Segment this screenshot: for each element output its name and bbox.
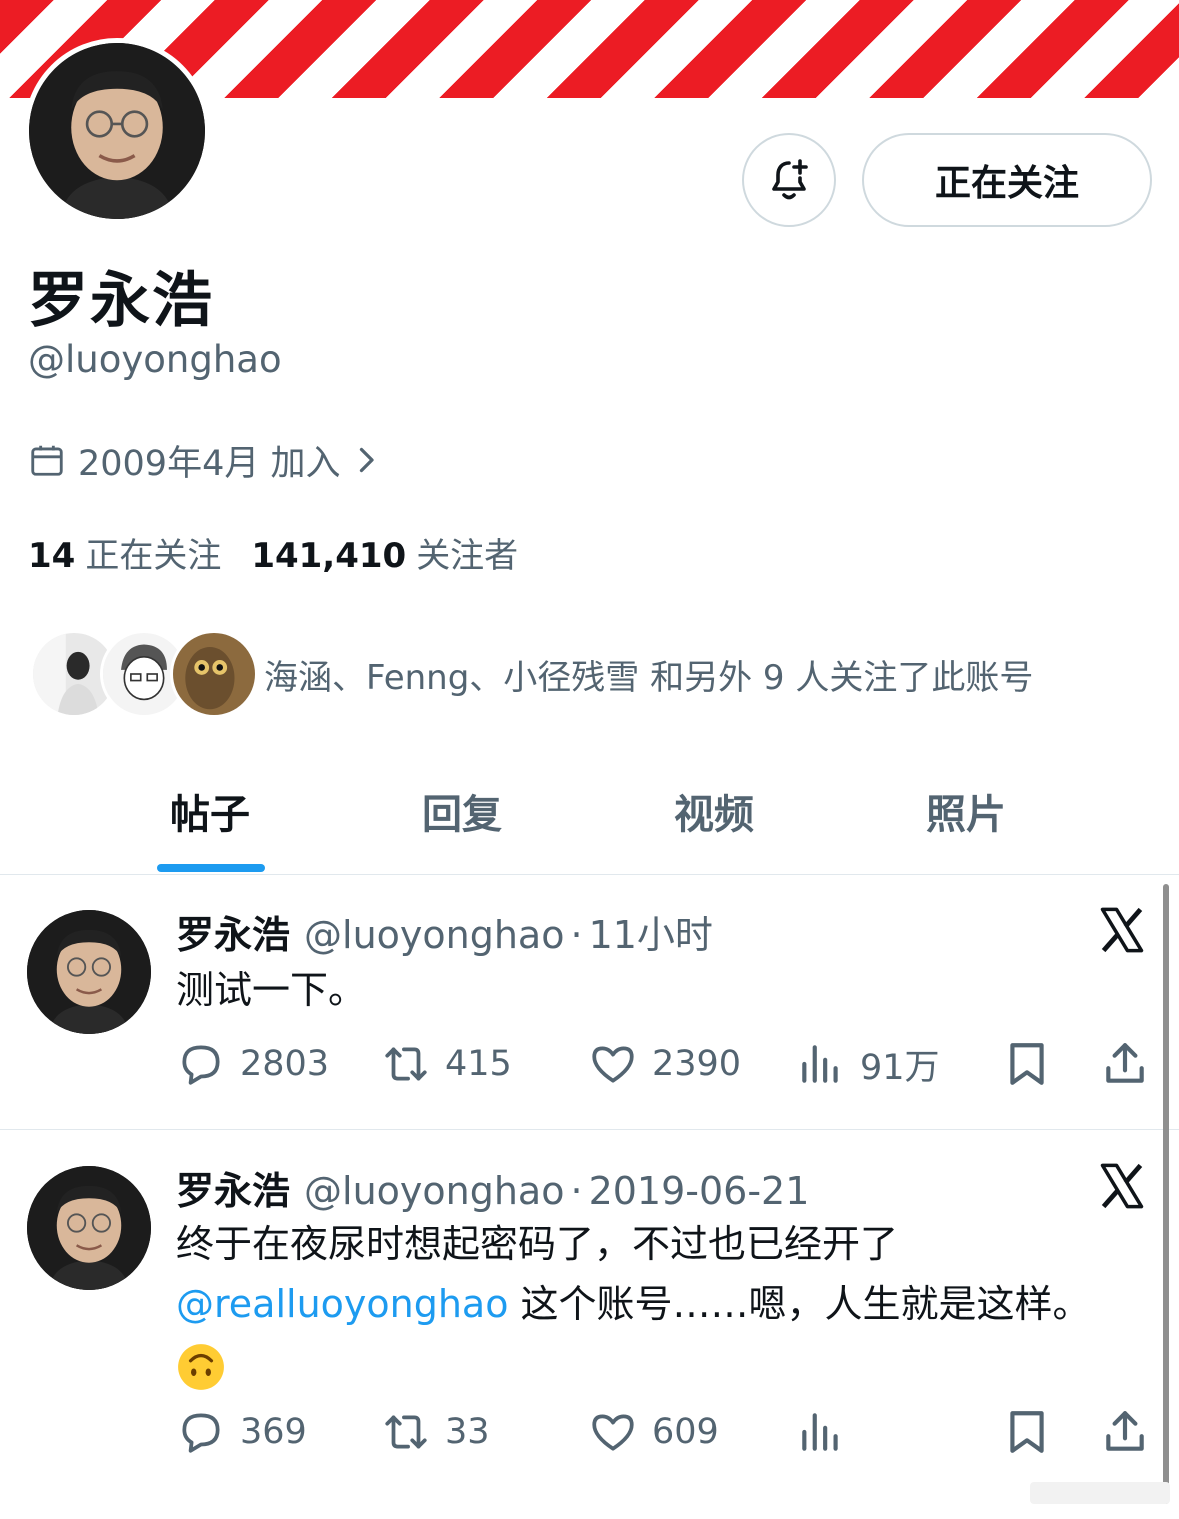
- tab-videos[interactable]: 视频: [674, 782, 754, 840]
- heart-icon: [592, 1046, 634, 1083]
- post-separator: ·: [570, 913, 583, 957]
- post-item[interactable]: 罗永浩 @luoyonghao · 2019-06-21 终于在夜尿时想起密码了，不过…: [0, 1130, 1179, 1500]
- bell-plus-icon: [772, 159, 808, 200]
- profile-page: 正在关注 罗永浩 @luoyonghao 2009年4月 加入 14 正在关注 1…: [0, 0, 1179, 1519]
- followed-by-text: 海涵、Fenng、小径残雪 和另外 9 人关注了此账号: [264, 658, 1034, 698]
- like-button[interactable]: 2390: [588, 1034, 741, 1094]
- repost-button[interactable]: 415: [381, 1034, 512, 1094]
- post-author-handle[interactable]: @luoyonghao: [304, 1169, 564, 1213]
- share-icon: [1106, 1043, 1144, 1083]
- joined-text: 2009年4月 加入: [78, 443, 341, 484]
- bookmark-icon: [1010, 1043, 1044, 1085]
- notification-bell-button[interactable]: [742, 133, 836, 227]
- upside-down-face-emoji-icon: [178, 1343, 224, 1390]
- reply-icon: [182, 1045, 220, 1085]
- tab-photos[interactable]: 照片: [926, 782, 1006, 840]
- post-avatar[interactable]: [27, 1166, 151, 1290]
- followed-by-row[interactable]: 海涵、Fenng、小径残雪 和另外 9 人关注了此账号: [30, 630, 1130, 722]
- joined-date[interactable]: 2009年4月 加入: [28, 438, 378, 484]
- bookmark-button[interactable]: [1002, 1402, 1052, 1462]
- post-actions: 2803 415 2390 91万: [176, 1034, 1156, 1094]
- share-button[interactable]: [1100, 1034, 1150, 1094]
- profile-tabs: 帖子 回复 视频 照片: [0, 760, 1179, 874]
- profile-avatar[interactable]: [24, 38, 210, 224]
- share-button[interactable]: [1100, 1402, 1150, 1462]
- heart-icon: [592, 1414, 634, 1451]
- reply-icon: [182, 1413, 220, 1453]
- post-header: 罗永浩 @luoyonghao · 2019-06-21: [176, 1160, 809, 1215]
- views-button[interactable]: 91万: [796, 1034, 940, 1094]
- post-text: 终于在夜尿时想起密码了，不过也已经开了 @realluoyonghao 这个账号…: [176, 1214, 1156, 1394]
- post-item[interactable]: 罗永浩 @luoyonghao · 11小时 测试一下。 2803 415 2390: [0, 874, 1179, 1129]
- bookmark-icon: [1010, 1411, 1044, 1453]
- calendar-icon: [31, 445, 63, 476]
- post-time[interactable]: 11小时: [589, 913, 713, 957]
- active-tab-indicator: [157, 864, 265, 872]
- follower-avatar: [170, 630, 258, 718]
- chevron-right-icon: [360, 447, 375, 473]
- like-button[interactable]: 609: [588, 1402, 719, 1462]
- bookmark-button[interactable]: [1002, 1034, 1052, 1094]
- post-header: 罗永浩 @luoyonghao · 11小时: [176, 904, 713, 959]
- repost-button[interactable]: 33: [381, 1402, 490, 1462]
- post-text: 测试一下。: [176, 968, 367, 1012]
- post-text-line: @realluoyonghao 这个账号……嗯，人生就是这样。: [176, 1282, 1091, 1326]
- post-time[interactable]: 2019-06-21: [589, 1169, 810, 1213]
- x-logo-icon: [1100, 907, 1144, 953]
- mention-link[interactable]: @realluoyonghao: [176, 1282, 508, 1326]
- views-bar-chart-icon: [802, 1045, 838, 1083]
- repost-icon: [385, 1415, 427, 1449]
- following-button[interactable]: 正在关注: [862, 133, 1152, 227]
- post-author-name[interactable]: 罗永浩: [176, 1169, 290, 1213]
- post-author-name[interactable]: 罗永浩: [176, 913, 290, 957]
- post-author-handle[interactable]: @luoyonghao: [304, 913, 564, 957]
- repost-icon: [385, 1047, 427, 1081]
- post-text-line: 终于在夜尿时想起密码了，不过也已经开了: [176, 1222, 899, 1266]
- vertical-scrollbar[interactable]: [1163, 884, 1169, 1504]
- display-name: 罗永浩: [28, 266, 214, 336]
- post-actions: 369 33 609: [176, 1402, 1156, 1462]
- post-separator: ·: [570, 1169, 583, 1213]
- share-icon: [1106, 1411, 1144, 1451]
- views-button[interactable]: [796, 1402, 860, 1462]
- tab-replies[interactable]: 回复: [422, 782, 502, 840]
- horizontal-scrollbar[interactable]: [1030, 1482, 1170, 1504]
- reply-button[interactable]: 2803: [176, 1034, 329, 1094]
- views-bar-chart-icon: [802, 1413, 838, 1451]
- x-logo-icon: [1100, 1163, 1144, 1209]
- post-text-line: [176, 1334, 1156, 1394]
- profile-handle: @luoyonghao: [28, 338, 282, 381]
- tab-posts[interactable]: 帖子: [170, 782, 250, 840]
- followers-stat[interactable]: 141,410 关注者: [251, 528, 518, 577]
- following-stat[interactable]: 14 正在关注: [28, 528, 221, 577]
- follow-stats: 14 正在关注 141,410 关注者: [28, 528, 518, 577]
- post-avatar[interactable]: [27, 910, 151, 1034]
- reply-button[interactable]: 369: [176, 1402, 307, 1462]
